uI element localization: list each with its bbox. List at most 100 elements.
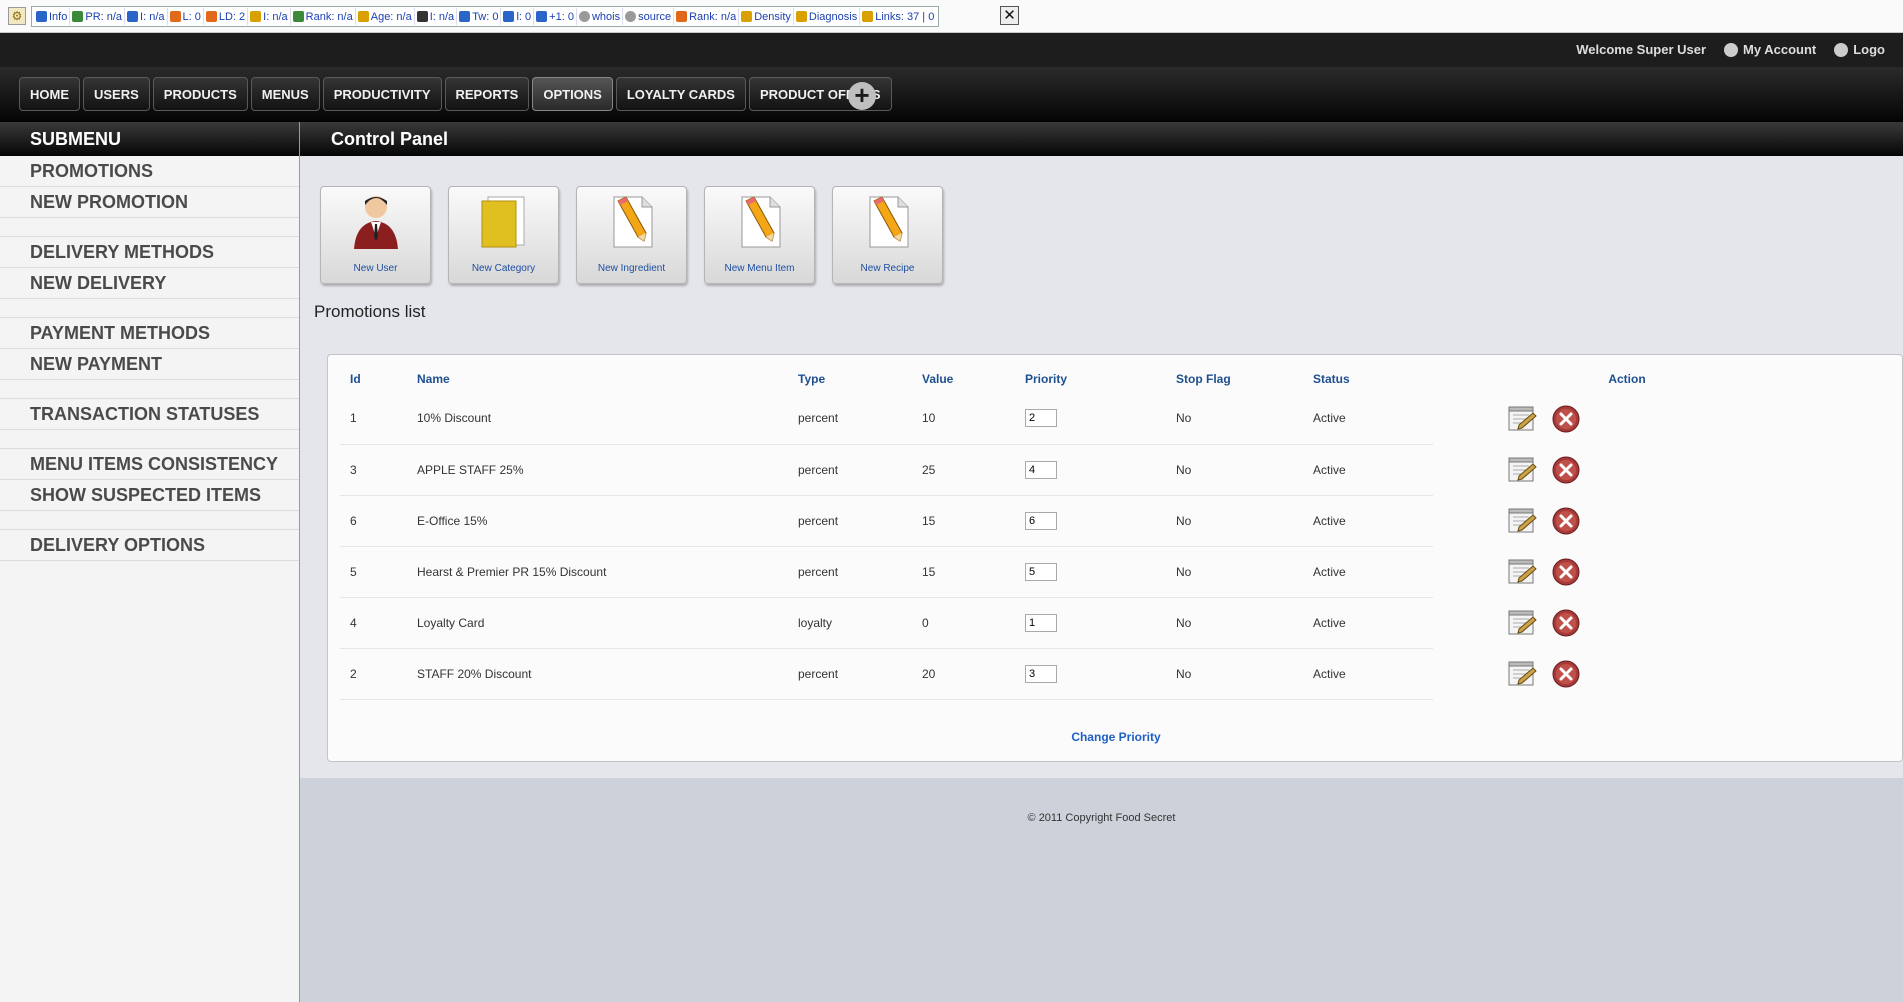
diagnosis-icon xyxy=(795,11,807,22)
whois-icon xyxy=(578,11,590,22)
priority-input[interactable] xyxy=(1025,664,1057,683)
seo-item[interactable]: PR: n/a xyxy=(70,8,126,25)
nav-users[interactable]: USERS xyxy=(83,77,150,111)
priority-input[interactable] xyxy=(1025,409,1057,428)
edit-icon[interactable] xyxy=(1507,405,1537,432)
nav-home[interactable]: HOME xyxy=(19,77,80,111)
sidebar-item-new-payment[interactable]: NEW PAYMENT xyxy=(0,349,299,380)
seo-item-label: PR: n/a xyxy=(85,10,123,23)
info-icon xyxy=(36,11,47,22)
sidebar-item-new-promotion[interactable]: NEW PROMOTION xyxy=(0,187,299,218)
column-header-type: Type xyxy=(798,372,826,386)
priority-input[interactable] xyxy=(1025,613,1057,632)
new-menu-item-button[interactable]: New Menu Item xyxy=(704,186,815,284)
delete-icon[interactable] xyxy=(1551,557,1581,587)
nav-menus[interactable]: MENUS xyxy=(250,77,320,111)
edit-icon[interactable] xyxy=(1507,507,1537,534)
edit-icon[interactable] xyxy=(1507,660,1537,687)
new-user-button[interactable]: New User xyxy=(320,186,431,284)
sidebar-item-promotions[interactable]: PROMOTIONS xyxy=(0,156,299,187)
row-actions xyxy=(1507,659,1821,689)
nav-options[interactable]: OPTIONS xyxy=(532,77,613,111)
quick-icon-label: New Menu Item xyxy=(724,263,795,274)
edit-icon[interactable] xyxy=(1507,558,1537,585)
new-recipe-button[interactable]: New Recipe xyxy=(832,186,943,284)
nav-reports[interactable]: REPORTS xyxy=(444,77,530,111)
sidebar-item-menu-items-consistency[interactable]: MENU ITEMS CONSISTENCY xyxy=(0,449,299,480)
cell-priority xyxy=(1015,648,1166,700)
seo-item[interactable]: I: n/a xyxy=(415,8,458,25)
new-ingredient-button[interactable]: New Ingredient xyxy=(576,186,687,284)
nav-products[interactable]: PRODUCTS xyxy=(152,77,248,111)
sidebar-item-delivery-methods[interactable]: DELIVERY METHODS xyxy=(0,237,299,268)
cell-id: 6 xyxy=(340,495,407,547)
delete-icon[interactable] xyxy=(1551,506,1581,536)
my-account-label: My Account xyxy=(1743,42,1817,57)
row-actions xyxy=(1507,404,1821,434)
delete-icon[interactable] xyxy=(1551,404,1581,434)
quick-icon-label: New User xyxy=(353,263,398,274)
promotions-list-title: Promotions list xyxy=(314,302,426,321)
seo-item[interactable]: source xyxy=(623,8,675,25)
sidebar-item-delivery-options[interactable]: DELIVERY OPTIONS xyxy=(0,530,299,561)
promotions-panel: Id Name Type Value Priority Stop Flag Status Ac… xyxy=(327,354,1903,762)
cell-value: 0 xyxy=(912,597,1015,649)
sidebar-item-show-suspected-items[interactable]: SHOW SUSPECTED ITEMS xyxy=(0,480,299,511)
plusone-icon xyxy=(536,11,548,22)
cell-id: 5 xyxy=(340,546,407,598)
cell-type: percent xyxy=(788,444,912,496)
seo-item[interactable]: Tw: 0 xyxy=(457,8,502,25)
seo-item[interactable]: L: 0 xyxy=(168,8,204,25)
seo-item[interactable]: Age: n/a xyxy=(356,8,415,25)
change-priority-link[interactable]: Change Priority xyxy=(328,730,1903,744)
seo-item[interactable]: whois xyxy=(577,8,624,25)
seo-item[interactable]: Links: 37 | 0 xyxy=(860,8,936,25)
seo-item[interactable]: Info xyxy=(34,8,71,25)
seo-item[interactable]: Rank: n/a xyxy=(674,8,740,25)
delete-icon[interactable] xyxy=(1551,455,1581,485)
add-nav-icon[interactable]: + xyxy=(848,82,876,110)
seo-item[interactable]: Rank: n/a xyxy=(291,8,356,25)
seo-item-label: l: 0 xyxy=(516,10,532,23)
seo-item[interactable]: Density xyxy=(739,8,794,25)
seo-item-label: Diagnosis xyxy=(808,10,858,23)
user-icon xyxy=(1724,42,1739,57)
priority-input[interactable] xyxy=(1025,460,1057,479)
seo-item[interactable]: I: n/a xyxy=(125,8,168,25)
seo-item[interactable]: Diagnosis xyxy=(794,8,861,25)
nav-loyalty-cards[interactable]: LOYALTY CARDS xyxy=(615,77,746,111)
toolbar-gear-icon[interactable]: ⚙ xyxy=(8,7,26,25)
edit-icon[interactable] xyxy=(1507,609,1537,636)
table-row: 6E-Office 15%percent15 NoActive xyxy=(340,495,1821,547)
cell-stop-flag: No xyxy=(1166,597,1303,649)
main-navigation: HOME USERS PRODUCTS MENUS PRODUCTIVITY REPORT… xyxy=(0,67,1903,122)
table-row: 5 Hearst & Premier PR 15% Discount percent… xyxy=(340,546,1821,598)
priority-input[interactable] xyxy=(1025,562,1057,581)
cell-id: 1 xyxy=(340,393,407,445)
seo-item-label: I: n/a xyxy=(140,10,165,23)
priority-input[interactable] xyxy=(1025,511,1057,530)
sidebar-item-new-delivery[interactable]: NEW DELIVERY xyxy=(0,268,299,299)
cell-stop-flag: No xyxy=(1166,393,1303,445)
toolbar-close-icon[interactable]: ✕ xyxy=(1000,6,1019,25)
quick-icon-label: New Category xyxy=(471,263,536,274)
seo-item[interactable]: I: n/a xyxy=(248,8,291,25)
my-account-link[interactable]: My Account xyxy=(1724,42,1816,57)
table-row: 110% Discountpercent10 NoActive xyxy=(340,393,1821,445)
sidebar-item-transaction-statuses[interactable]: TRANSACTION STATUSES xyxy=(0,399,299,430)
welcome-text: Welcome Super User xyxy=(1576,42,1707,57)
sidebar-divider xyxy=(0,380,299,399)
cell-action xyxy=(1433,546,1821,597)
seo-item[interactable]: l: 0 xyxy=(501,8,535,25)
column-header-priority: Priority xyxy=(1025,372,1068,386)
delete-icon[interactable] xyxy=(1551,608,1581,638)
new-category-button[interactable]: New Category xyxy=(448,186,559,284)
edit-icon[interactable] xyxy=(1507,456,1537,483)
logout-link[interactable]: Logo xyxy=(1834,42,1885,57)
seo-item-label: Age: n/a xyxy=(370,10,412,23)
seo-item[interactable]: +1: 0 xyxy=(534,8,577,25)
seo-item[interactable]: LD: 2 xyxy=(204,8,249,25)
sidebar-item-payment-methods[interactable]: PAYMENT METHODS xyxy=(0,318,299,349)
nav-productivity[interactable]: PRODUCTIVITY xyxy=(322,77,442,111)
delete-icon[interactable] xyxy=(1551,659,1581,689)
